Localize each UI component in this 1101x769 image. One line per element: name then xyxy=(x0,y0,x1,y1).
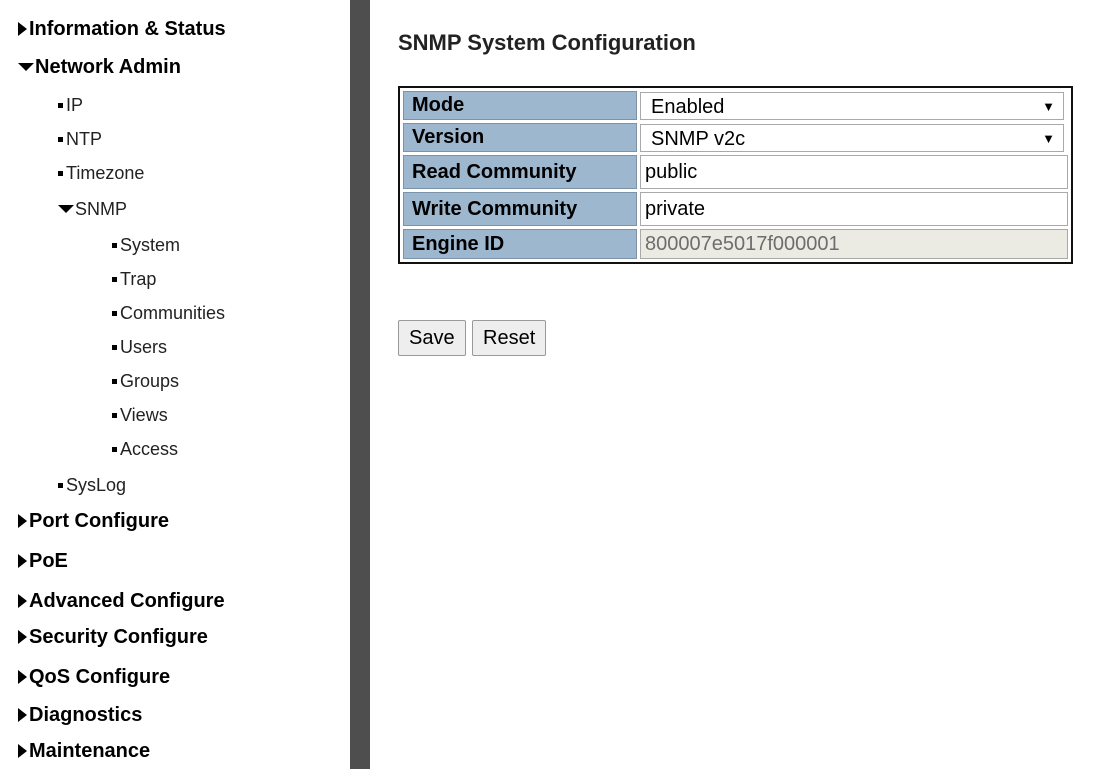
sidebar-item-qos-configure[interactable]: QoS Configure xyxy=(18,660,170,694)
triangle-right-icon xyxy=(18,22,27,36)
write-community-row: Write Community xyxy=(403,192,1068,226)
sidebar-item-label: QoS Configure xyxy=(29,666,171,688)
triangle-right-icon xyxy=(18,594,27,608)
sidebar-item-label: Port Configure xyxy=(29,510,169,532)
sidebar-item-syslog[interactable]: SysLog xyxy=(58,468,126,502)
mode-value: Enabled xyxy=(651,95,725,118)
sidebar-item-label: Users xyxy=(120,337,168,357)
sidebar-item-ntp[interactable]: NTP xyxy=(58,122,102,156)
sidebar-item-label: Information & Status xyxy=(29,18,226,40)
square-bullet-icon xyxy=(112,243,117,248)
sidebar-item-label: Views xyxy=(120,405,168,425)
square-bullet-icon xyxy=(112,345,117,350)
engine-id-row: Engine ID xyxy=(403,229,1068,259)
sidebar-item-snmp[interactable]: SNMP xyxy=(58,192,127,226)
sidebar-item-label: Trap xyxy=(120,269,157,289)
sidebar-item-poe[interactable]: PoE xyxy=(18,544,68,578)
sidebar-item-label: PoE xyxy=(29,550,68,572)
mode-select[interactable]: Enabled ▼ xyxy=(640,91,1064,120)
square-bullet-icon xyxy=(112,413,117,418)
sidebar-item-label: System xyxy=(120,235,181,255)
sidebar-item-groups[interactable]: Groups xyxy=(112,364,179,398)
sidebar-item-trap[interactable]: Trap xyxy=(112,262,156,296)
square-bullet-icon xyxy=(112,447,117,452)
read-community-label: Read Community xyxy=(403,155,637,189)
triangle-right-icon xyxy=(18,630,27,644)
sidebar-item-system[interactable]: System xyxy=(112,228,180,262)
sidebar-item-label: Diagnostics xyxy=(29,704,143,726)
sidebar-item-label: Maintenance xyxy=(29,740,151,762)
sidebar-item-advanced-configure[interactable]: Advanced Configure xyxy=(18,584,225,618)
button-bar: Save Reset xyxy=(398,320,548,356)
version-row: Version SNMP v2c ▼ xyxy=(403,123,1068,152)
square-bullet-icon xyxy=(112,277,117,282)
save-button[interactable]: Save xyxy=(398,320,466,356)
triangle-right-icon xyxy=(18,744,27,758)
read-community-input[interactable] xyxy=(640,155,1068,189)
sidebar-nav: Information & Status Network Admin IP NTP Ti… xyxy=(0,0,370,769)
sidebar-item-ip[interactable]: IP xyxy=(58,88,83,122)
sidebar-item-network-admin[interactable]: Network Admin xyxy=(18,50,181,84)
sidebar-item-security-configure[interactable]: Security Configure xyxy=(18,620,208,654)
write-community-input[interactable] xyxy=(640,192,1068,226)
page-title: SNMP System Configuration xyxy=(398,30,696,55)
engine-id-input xyxy=(640,229,1068,259)
version-select[interactable]: SNMP v2c ▼ xyxy=(640,123,1064,152)
triangle-right-icon xyxy=(18,554,27,568)
write-community-label: Write Community xyxy=(403,192,637,226)
mode-label: Mode xyxy=(403,91,637,120)
sidebar-item-label: Groups xyxy=(120,371,180,391)
mode-row: Mode Enabled ▼ xyxy=(403,91,1068,120)
read-community-row: Read Community xyxy=(403,155,1068,189)
sidebar-item-port-configure[interactable]: Port Configure xyxy=(18,504,169,538)
square-bullet-icon xyxy=(58,483,63,488)
sidebar-item-label: Access xyxy=(120,439,179,459)
sidebar-item-label: SysLog xyxy=(66,475,127,495)
sidebar-item-label: IP xyxy=(66,95,84,115)
sidebar-item-label: Network Admin xyxy=(35,56,181,78)
sidebar-item-label: SNMP xyxy=(75,199,128,219)
sidebar-item-label: Communities xyxy=(120,303,226,323)
sidebar-item-diagnostics[interactable]: Diagnostics xyxy=(18,698,142,732)
triangle-down-icon xyxy=(58,205,74,213)
triangle-right-icon xyxy=(18,708,27,722)
sidebar-item-timezone[interactable]: Timezone xyxy=(58,156,144,190)
dropdown-arrow-icon: ▼ xyxy=(1042,98,1055,114)
reset-button[interactable]: Reset xyxy=(472,320,547,356)
sidebar-item-label: Timezone xyxy=(66,163,145,183)
sidebar-item-label: NTP xyxy=(66,129,102,149)
engine-id-label: Engine ID xyxy=(403,229,637,259)
square-bullet-icon xyxy=(58,137,63,142)
sidebar-item-maintenance[interactable]: Maintenance xyxy=(18,734,150,768)
triangle-right-icon xyxy=(18,670,27,684)
sidebar-item-access[interactable]: Access xyxy=(112,432,178,466)
triangle-right-icon xyxy=(18,514,27,528)
sidebar-item-views[interactable]: Views xyxy=(112,398,168,432)
square-bullet-icon xyxy=(112,379,117,384)
snmp-config-table: Mode Enabled ▼ Version SNMP v2c ▼ Read C… xyxy=(398,86,1073,264)
sidebar-item-communities[interactable]: Communities xyxy=(112,296,225,330)
version-label: Version xyxy=(403,123,637,152)
sidebar-item-label: Security Configure xyxy=(29,626,208,648)
square-bullet-icon xyxy=(112,311,117,316)
dropdown-arrow-icon: ▼ xyxy=(1042,130,1055,146)
sidebar-item-information-and-status[interactable]: Information & Status xyxy=(18,12,226,46)
version-value: SNMP v2c xyxy=(651,127,746,150)
sidebar-item-label: Advanced Configure xyxy=(29,590,225,612)
sidebar-item-users[interactable]: Users xyxy=(112,330,167,364)
square-bullet-icon xyxy=(58,103,63,108)
square-bullet-icon xyxy=(58,171,63,176)
triangle-down-icon xyxy=(18,63,34,71)
